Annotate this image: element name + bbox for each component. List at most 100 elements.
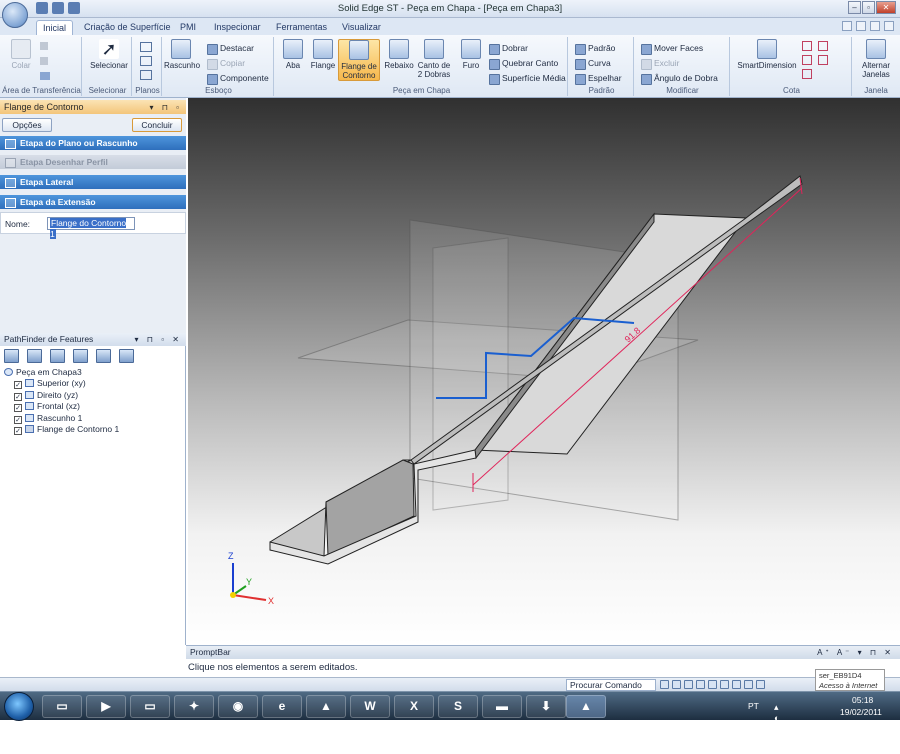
display-icon[interactable]	[744, 680, 753, 689]
aba-button[interactable]: Aba	[276, 39, 310, 81]
taskbar-download-icon[interactable]: ⬇	[526, 695, 566, 718]
colar-button[interactable]: Colar	[4, 39, 38, 81]
relation-icon[interactable]	[802, 69, 812, 79]
variables-icon[interactable]	[119, 349, 134, 363]
padrao-button[interactable]: Padrão	[574, 42, 615, 55]
taskbar-firefox-icon[interactable]: ◉	[218, 695, 258, 718]
curva-button[interactable]: Curva	[574, 57, 611, 70]
doc-close-icon[interactable]	[884, 21, 894, 31]
doc-minimize-icon[interactable]	[856, 21, 866, 31]
tree-item[interactable]: ✓ Superior (xy)	[4, 378, 119, 390]
opcoes-button[interactable]: Opções	[2, 118, 52, 132]
application-button[interactable]	[2, 2, 28, 28]
zoom-area-icon[interactable]	[660, 680, 669, 689]
language-indicator[interactable]: PT	[748, 701, 759, 711]
checkbox-icon[interactable]: ✓	[14, 404, 22, 413]
angle-dimension-icon[interactable]	[818, 41, 828, 51]
promptbar-controls-icon[interactable]: Aᐩ A⁻ ▾ ⊓ ✕	[817, 646, 894, 659]
clock-date[interactable]: 19/02/2011	[840, 707, 882, 717]
doc-restore-icon[interactable]	[870, 21, 880, 31]
tab-ferramentas[interactable]: Ferramentas	[270, 20, 333, 35]
espelhar-button[interactable]: Espelhar	[574, 72, 622, 85]
command-search-input[interactable]: Procurar Comando	[566, 679, 656, 691]
tree-item[interactable]: ✓ Frontal (xz)	[4, 401, 119, 413]
excluir-button[interactable]: Excluir	[640, 57, 680, 70]
rebaixo-button[interactable]: Rebaixo	[382, 39, 416, 81]
taskbar-solid-edge-active-icon[interactable]: ▲	[566, 695, 606, 718]
quebrar-canto-button[interactable]: Quebrar Canto	[488, 57, 558, 70]
family-icon[interactable]	[96, 349, 111, 363]
step-lateral[interactable]: Etapa Lateral	[0, 175, 186, 189]
componente-button[interactable]: Componente	[206, 72, 269, 85]
taskbar-word-icon[interactable]: W	[350, 695, 390, 718]
taskbar-app-icon[interactable]: ▬	[482, 695, 522, 718]
shading-icon[interactable]	[720, 680, 729, 689]
pan-icon[interactable]	[696, 680, 705, 689]
tree-item[interactable]: ✓ Direito (yz)	[4, 390, 119, 401]
rotate-icon[interactable]	[708, 680, 717, 689]
sensors-icon[interactable]	[73, 349, 88, 363]
tab-criacao-superficie[interactable]: Criação de Superfície	[78, 20, 177, 35]
checkbox-icon[interactable]: ✓	[14, 392, 22, 401]
zoom-icon[interactable]	[672, 680, 681, 689]
tree-item[interactable]: ✓ Rascunho 1	[4, 413, 119, 424]
distance-icon[interactable]	[802, 55, 812, 65]
coordinate-icon[interactable]	[818, 55, 828, 65]
taskbar-media-player-icon[interactable]: ▶	[86, 695, 126, 718]
taskbar-solid-edge-icon[interactable]: ▲	[306, 695, 346, 718]
step-extensao[interactable]: Etapa da Extensão	[0, 195, 186, 209]
taskbar-ie-icon[interactable]: e	[262, 695, 302, 718]
taskbar-folder-icon[interactable]: ▭	[130, 695, 170, 718]
feature-library-icon[interactable]	[27, 349, 42, 363]
tab-inspecionar[interactable]: Inspecionar	[208, 20, 267, 35]
plane-angle-icon[interactable]	[140, 70, 152, 80]
tree-item[interactable]: ✓ Flange de Contorno 1	[4, 424, 119, 435]
checkbox-icon[interactable]: ✓	[14, 426, 22, 435]
taskbar-network-icon[interactable]: ✦	[174, 695, 214, 718]
concluir-button[interactable]: Concluir	[132, 118, 182, 132]
dimension-icon[interactable]	[802, 41, 812, 51]
start-button[interactable]	[4, 692, 34, 721]
maximize-button[interactable]: ▫	[862, 1, 875, 14]
checkbox-icon[interactable]: ✓	[14, 381, 22, 390]
smartdimension-button[interactable]: SmartDimension	[734, 39, 800, 81]
close-button[interactable]: ✕	[876, 1, 896, 14]
checkbox-icon[interactable]: ✓	[14, 415, 22, 424]
format-painter-icon[interactable]	[40, 72, 50, 80]
mover-faces-button[interactable]: Mover Faces	[640, 42, 703, 55]
panel-controls-icon[interactable]: ▾ ⊓ ▫	[149, 101, 182, 115]
destacar-button[interactable]: Destacar	[206, 42, 254, 55]
taskbar-excel-icon[interactable]: X	[394, 695, 434, 718]
copy-icon[interactable]	[40, 57, 48, 65]
furo-button[interactable]: Furo	[454, 39, 488, 81]
pathfinder-controls-icon[interactable]: ▾ ⊓ ▫ ✕	[135, 333, 182, 346]
cut-icon[interactable]	[40, 42, 48, 50]
step-plano-rascunho[interactable]: Etapa do Plano ou Rascunho	[0, 136, 186, 150]
sketch-view-icon[interactable]	[756, 680, 765, 689]
features-icon[interactable]	[4, 349, 19, 363]
fit-icon[interactable]	[684, 680, 693, 689]
canto-2-dobras-button[interactable]: Canto de 2 Dobras	[414, 39, 454, 81]
tab-pmi[interactable]: PMI	[174, 20, 202, 35]
rascunho-button[interactable]: Rascunho	[164, 39, 200, 81]
superficie-media-button[interactable]: Superfície Média	[488, 72, 566, 85]
flange-contorno-button[interactable]: Flange de Contorno	[338, 39, 380, 81]
taskbar-solidworks-icon[interactable]: S	[438, 695, 478, 718]
plane-parallel-icon[interactable]	[140, 56, 152, 66]
clock-time[interactable]: 05:18	[852, 695, 873, 705]
dobrar-button[interactable]: Dobrar	[488, 42, 528, 55]
view-orientation-icon[interactable]	[732, 680, 741, 689]
step-desenhar-perfil[interactable]: Etapa Desenhar Perfil	[0, 155, 186, 169]
name-input[interactable]: Flange do Contorno 1	[47, 217, 135, 239]
tab-inicial[interactable]: Inicial	[36, 20, 74, 35]
taskbar-explorer-icon[interactable]: ▭	[42, 695, 82, 718]
minimize-button[interactable]: –	[848, 1, 861, 14]
selecionar-button[interactable]: ➚ Selecionar	[88, 39, 130, 81]
tray-icons[interactable]: ▴ ◐ ▦ ◖ ♪	[774, 702, 783, 754]
graphics-viewport[interactable]: 91.8 Z Y X	[188, 98, 900, 644]
tab-visualizar[interactable]: Visualizar	[336, 20, 387, 35]
copiar-button[interactable]: Copiar	[206, 57, 245, 70]
alternar-janelas-button[interactable]: Alternar Janelas	[856, 39, 896, 81]
tree-root[interactable]: Peça em Chapa3	[4, 367, 119, 378]
help-icon[interactable]	[842, 21, 852, 31]
